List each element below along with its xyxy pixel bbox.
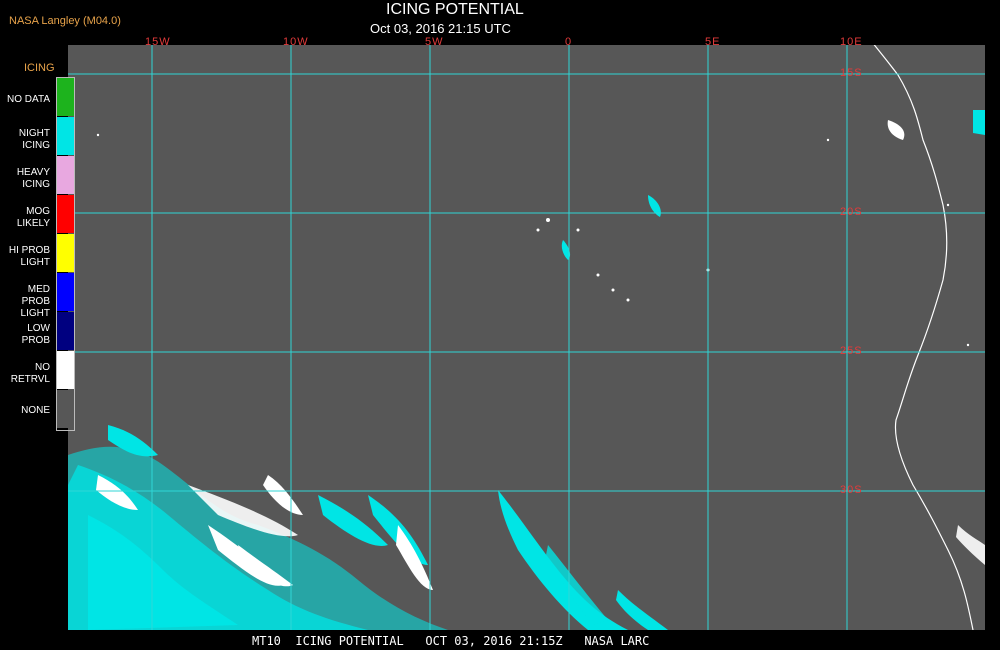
legend-label-heavy-icing: HEAVY ICING (16, 167, 50, 190)
lon-label-10e: 10E (840, 36, 863, 48)
legend-label-no-data: NO DATA (7, 94, 50, 105)
legend-swatch-hi-prob-light (57, 234, 74, 272)
map-title: ICING POTENTIAL (386, 1, 524, 18)
legend-label-night-icing: NIGHT ICING (18, 128, 50, 151)
lat-label-20s: 20S (840, 206, 863, 218)
lon-label-5e: 5E (705, 36, 721, 48)
lon-label-15w: 15W (145, 36, 171, 48)
source-label: NASA Langley (M04.0) (9, 15, 121, 27)
legend-swatch-heavy-icing (57, 156, 74, 194)
legend-swatch-low-prob (57, 312, 74, 350)
lat-label-30s: 30S (840, 484, 863, 496)
lat-label-15s: 15S (840, 67, 863, 79)
legend-swatch-night-icing (57, 117, 74, 155)
lon-label-10w: 10W (283, 36, 309, 48)
legend-label-med-prob-light: MED PROB LIGHT (20, 284, 50, 319)
legend-swatch-med-prob-light (57, 273, 74, 311)
lon-label-0: 0 (565, 36, 573, 48)
legend-swatch-mog-likely (57, 195, 74, 233)
lon-label-5w: 5W (425, 36, 444, 48)
legend-swatch-no-data (57, 78, 74, 116)
legend-swatch-none (57, 390, 74, 428)
map-panel (68, 45, 985, 630)
legend-label-mog-likely: MOG LIKELY (16, 206, 50, 229)
map-canvas (68, 45, 985, 630)
footer-caption: MT10 ICING POTENTIAL OCT 03, 2016 21:15Z… (252, 634, 650, 648)
map-datetime: Oct 03, 2016 21:15 UTC (370, 21, 511, 36)
legend-label-none: NONE (21, 405, 50, 416)
legend-title: ICING (24, 62, 55, 74)
lat-label-25s: 25S (840, 345, 863, 357)
legend-label-no-retrvl: NO RETRVL (10, 362, 50, 385)
legend-label-low-prob: LOW PROB (21, 323, 50, 346)
coastline (873, 45, 974, 630)
legend-label-hi-prob-light: HI PROB LIGHT (8, 245, 50, 268)
legend-swatch-no-retrvl (57, 351, 74, 389)
